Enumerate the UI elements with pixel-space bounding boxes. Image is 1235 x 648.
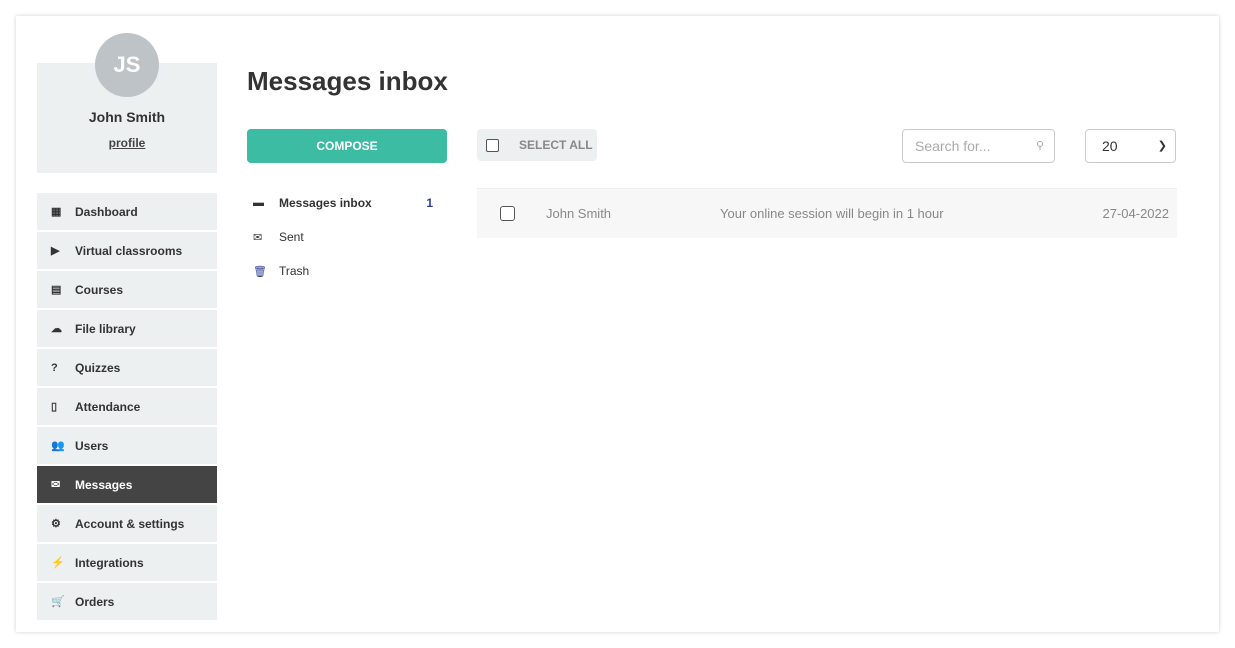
compose-button[interactable]: COMPOSE (247, 129, 447, 163)
sidebar-item-label: Account & settings (75, 516, 185, 531)
per-page-value: 20 (1102, 138, 1118, 154)
sidebar-item-account-settings[interactable]: ⚙ Account & settings (37, 505, 217, 542)
unread-count: 1 (426, 196, 433, 210)
message-row[interactable]: John Smith Your online session will begi… (477, 188, 1177, 238)
file-text-icon: ▯ (51, 401, 58, 413)
sidebar-item-label: Orders (75, 594, 115, 609)
page-title: Messages inbox (247, 66, 448, 96)
users-icon: 👥 (51, 440, 65, 452)
play-circle-icon: ▶ (51, 245, 60, 257)
sidebar-nav: ▦ Dashboard ▶ Virtual classrooms ▤ Courses ☁ Fi… (37, 193, 217, 622)
main-card: JS John Smith profile ▦ Dashboard ▶ Virtual… (16, 16, 1219, 632)
cloud-upload-icon: ☁ (51, 323, 62, 335)
plug-icon: ⚡ (51, 557, 65, 569)
search-placeholder: Search for... (915, 138, 991, 154)
message-sender: John Smith (546, 206, 612, 221)
avatar: JS (95, 33, 159, 97)
sidebar-item-file-library[interactable]: ☁ File library (37, 310, 217, 347)
sidebar-item-label: Messages (75, 477, 133, 492)
sidebar-item-integrations[interactable]: ⚡ Integrations (37, 544, 217, 581)
folder-label: Sent (279, 230, 304, 244)
sidebar-item-label: Integrations (75, 555, 144, 570)
search-icon: ⚲ (1035, 140, 1044, 152)
folder-inbox[interactable]: ▬ Messages inbox 1 (247, 186, 447, 220)
sidebar-item-label: Users (75, 438, 109, 453)
folder-sent[interactable]: ✉ Sent (247, 220, 447, 254)
per-page-select[interactable]: 20 ❯ (1085, 129, 1176, 163)
message-checkbox[interactable] (500, 206, 515, 221)
sidebar-item-orders[interactable]: 🛒 Orders (37, 583, 217, 620)
search-input[interactable]: Search for... ⚲ (902, 129, 1055, 163)
message-date: 27-04-2022 (1102, 206, 1170, 221)
message-subject: Your online session will begin in 1 hour (720, 206, 944, 221)
sidebar-item-label: Quizzes (75, 360, 121, 375)
sidebar-item-dashboard[interactable]: ▦ Dashboard (37, 193, 217, 230)
envelope-icon: ✉ (253, 231, 263, 244)
dashboard-icon: ▦ (51, 206, 62, 218)
select-all-button[interactable]: SELECT ALL (477, 129, 597, 161)
sidebar-item-label: File library (75, 321, 136, 336)
trash-icon: 🗑 (253, 265, 267, 278)
sidebar-item-quizzes[interactable]: ? Quizzes (37, 349, 217, 386)
select-all-checkbox[interactable] (486, 138, 499, 152)
sidebar-item-label: Dashboard (75, 204, 138, 219)
gear-icon: ⚙ (51, 518, 61, 530)
envelope-icon: ✉ (51, 479, 61, 491)
folder-trash[interactable]: 🗑 Trash (247, 254, 447, 288)
profile-link[interactable]: profile (37, 136, 217, 150)
sidebar-item-label: Attendance (75, 399, 141, 414)
sidebar-item-label: Virtual classrooms (75, 243, 183, 258)
cart-icon: 🛒 (51, 596, 65, 608)
folder-label: Messages inbox (279, 196, 372, 210)
select-all-label: SELECT ALL (519, 138, 593, 152)
archive-icon: ▬ (253, 197, 264, 209)
sidebar-item-courses[interactable]: ▤ Courses (37, 271, 217, 308)
folder-label: Trash (279, 264, 310, 278)
sidebar-item-attendance[interactable]: ▯ Attendance (37, 388, 217, 425)
sidebar-item-messages[interactable]: ✉ Messages (37, 466, 217, 503)
folder-list: ▬ Messages inbox 1 ✉ Sent 🗑 Trash (247, 186, 447, 288)
book-icon: ▤ (51, 284, 62, 296)
sidebar-item-label: Courses (75, 282, 124, 297)
chevron-down-icon: ❯ (1157, 140, 1167, 152)
question-circle-icon: ? (51, 361, 58, 374)
sidebar-item-virtual-classrooms[interactable]: ▶ Virtual classrooms (37, 232, 217, 269)
sidebar-item-users[interactable]: 👥 Users (37, 427, 217, 464)
user-name: John Smith (88, 109, 166, 125)
